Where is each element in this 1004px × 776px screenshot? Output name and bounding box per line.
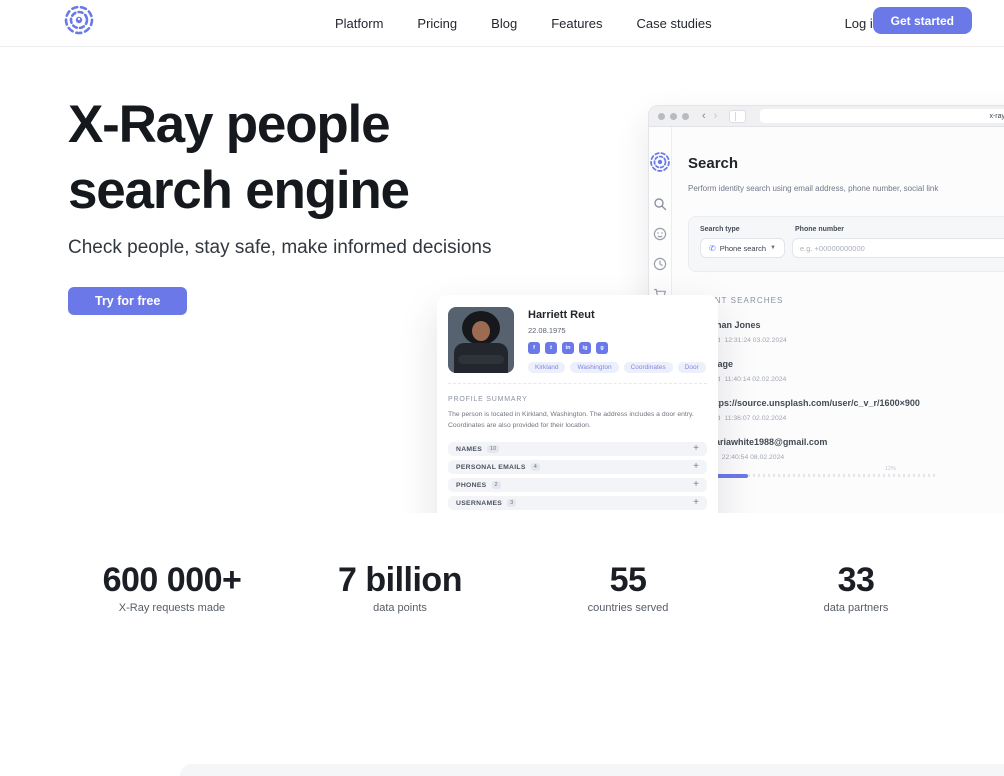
count-badge: 10 — [487, 445, 499, 453]
profile-photo — [448, 307, 514, 373]
stat-value: 7 billion — [286, 561, 514, 600]
profile-sections: NAMES 10 + PERSONAL EMAILS 4 + PHONES 2 … — [448, 442, 707, 513]
github-icon[interactable]: g — [596, 342, 608, 354]
browser-chrome-bar: ‹ › x-ray.contact — [649, 106, 1004, 127]
section-label: USERNAMES — [456, 500, 502, 507]
search-type-value: Phone search — [720, 244, 766, 253]
profile-tags: Kirkland Washington Coordinates Door — [528, 362, 706, 373]
get-started-button[interactable]: Get started — [873, 7, 972, 34]
nav-links: Platform Pricing Blog Features Case stud… — [335, 0, 712, 46]
tag-chip[interactable]: Kirkland — [528, 362, 565, 373]
navbar: Platform Pricing Blog Features Case stud… — [0, 0, 1004, 47]
profile-dob: 22.08.1975 — [528, 326, 706, 335]
traffic-light-icon — [670, 113, 677, 120]
accordion-row-usernames[interactable]: USERNAMES 3 + — [448, 496, 707, 510]
nav-item-case-studies[interactable]: Case studies — [637, 16, 712, 31]
stat-value: 33 — [742, 561, 970, 600]
progress-percent-label: 12% — [885, 466, 896, 472]
count-badge: 4 — [531, 463, 540, 471]
facebook-icon[interactable]: f — [528, 342, 540, 354]
count-badge: 2 — [492, 481, 501, 489]
try-for-free-button[interactable]: Try for free — [68, 287, 187, 315]
hero-title-line2: search engine — [68, 161, 409, 220]
stat-value: 55 — [514, 561, 742, 600]
count-badge: 3 — [507, 499, 516, 507]
stat-requests: 600 000+ X-Ray requests made — [58, 561, 286, 614]
hero-title: X-Ray people search engine — [68, 92, 409, 224]
status-timestamp: 12:31:24 03.02.2024 — [724, 337, 786, 344]
search-type-label: Search type — [700, 226, 795, 233]
stat-label: data points — [286, 602, 514, 614]
status-timestamp: 22:40:54 08.02.2024 — [722, 454, 784, 461]
accordion-row-personal-emails[interactable]: PERSONAL EMAILS 4 + — [448, 460, 707, 474]
sidebar-toggle-icon[interactable] — [729, 110, 746, 123]
twitter-icon[interactable]: t — [545, 342, 557, 354]
next-section-edge — [180, 764, 1004, 776]
stat-label: X-Ray requests made — [58, 602, 286, 614]
linkedin-icon[interactable]: in — [562, 342, 574, 354]
instagram-icon[interactable]: ig — [579, 342, 591, 354]
hero-title-line1: X-Ray people — [68, 95, 389, 154]
hero-subtitle: Check people, stay safe, make informed d… — [68, 237, 492, 259]
stat-partners: 33 data partners — [742, 561, 970, 614]
status-timestamp: 11:40:14 02.02.2024 — [724, 376, 786, 383]
stat-label: countries served — [514, 602, 742, 614]
phone-number-label: Phone number — [795, 226, 844, 233]
profile-result-card: Harriett Reut 22.08.1975 f t in ig g Kir… — [437, 295, 718, 513]
divider — [448, 383, 707, 384]
phone-number-input[interactable] — [792, 238, 1004, 258]
tag-chip[interactable]: Washington — [570, 362, 618, 373]
history-clock-icon[interactable] — [653, 257, 667, 271]
accordion-row-names[interactable]: NAMES 10 + — [448, 442, 707, 456]
page-subtitle: Perform identity search using email addr… — [688, 184, 1004, 193]
stats-row: 600 000+ X-Ray requests made 7 billion d… — [58, 561, 970, 614]
profile-name: Harriett Reut — [528, 309, 706, 321]
section-label: NAMES — [456, 446, 482, 453]
search-progress-bar: 12% — [688, 474, 938, 477]
plus-icon[interactable]: + — [693, 462, 699, 472]
nav-item-pricing[interactable]: Pricing — [417, 16, 457, 31]
plus-icon[interactable]: + — [693, 444, 699, 454]
section-label: PERSONAL EMAILS — [456, 464, 526, 471]
plus-icon[interactable]: + — [693, 498, 699, 508]
back-chevron-icon[interactable]: ‹ — [702, 111, 706, 122]
search-icon[interactable] — [653, 197, 667, 211]
stat-value: 600 000+ — [58, 561, 286, 600]
status-timestamp: 11:36:07 02.02.2024 — [724, 415, 786, 422]
recent-query[interactable]: https://source.unsplash.com/user/c_v_r/1… — [707, 398, 920, 408]
recent-search-item: https://source.unsplash.com/user/c_v_r/1… — [688, 397, 1004, 422]
url-bar[interactable]: x-ray.contact — [760, 109, 1004, 123]
traffic-light-icon — [682, 113, 689, 120]
user-icon[interactable] — [653, 227, 667, 241]
brand-logo-icon[interactable] — [63, 4, 95, 36]
tag-chip[interactable]: Coordinates — [624, 362, 673, 373]
stat-label: data partners — [742, 602, 970, 614]
stat-countries: 55 countries served — [514, 561, 742, 614]
recent-search-item: Image finished 11:40:14 02.02.2024 — [688, 358, 1004, 383]
nav-item-platform[interactable]: Platform — [335, 16, 383, 31]
nav-item-blog[interactable]: Blog — [491, 16, 517, 31]
search-form: Search type Phone number ✆ Phone search … — [688, 216, 1004, 272]
stat-data-points: 7 billion data points — [286, 561, 514, 614]
nav-item-features[interactable]: Features — [551, 16, 602, 31]
search-type-dropdown[interactable]: ✆ Phone search ▼ — [700, 238, 785, 258]
social-links: f t in ig g — [528, 342, 706, 354]
profile-summary-text: The person is located in Kirkland, Washi… — [448, 409, 698, 431]
recent-query[interactable]: mariawhite1988@gmail.com — [707, 437, 827, 447]
chevron-down-icon: ▼ — [770, 245, 776, 251]
forward-chevron-icon[interactable]: › — [714, 111, 718, 122]
app-main: Search Perform identity search using ema… — [672, 127, 1004, 513]
recent-searches-title: RECENT SEARCHES — [688, 296, 1004, 305]
plus-icon[interactable]: + — [693, 480, 699, 490]
page-title: Search — [688, 155, 1004, 172]
tag-chip[interactable]: Door — [678, 362, 706, 373]
section-label: PHONES — [456, 482, 487, 489]
traffic-light-icon — [658, 113, 665, 120]
app-logo-icon[interactable] — [649, 151, 671, 173]
profile-summary-title: PROFILE SUMMARY — [448, 396, 707, 403]
phone-icon: ✆ — [709, 244, 716, 253]
recent-search-item: Ethan Jones finished 12:31:24 03.02.2024 — [688, 319, 1004, 344]
recent-search-item: mariawhite1988@gmail.com started 22:40:5… — [688, 436, 1004, 477]
accordion-row-phones[interactable]: PHONES 2 + — [448, 478, 707, 492]
